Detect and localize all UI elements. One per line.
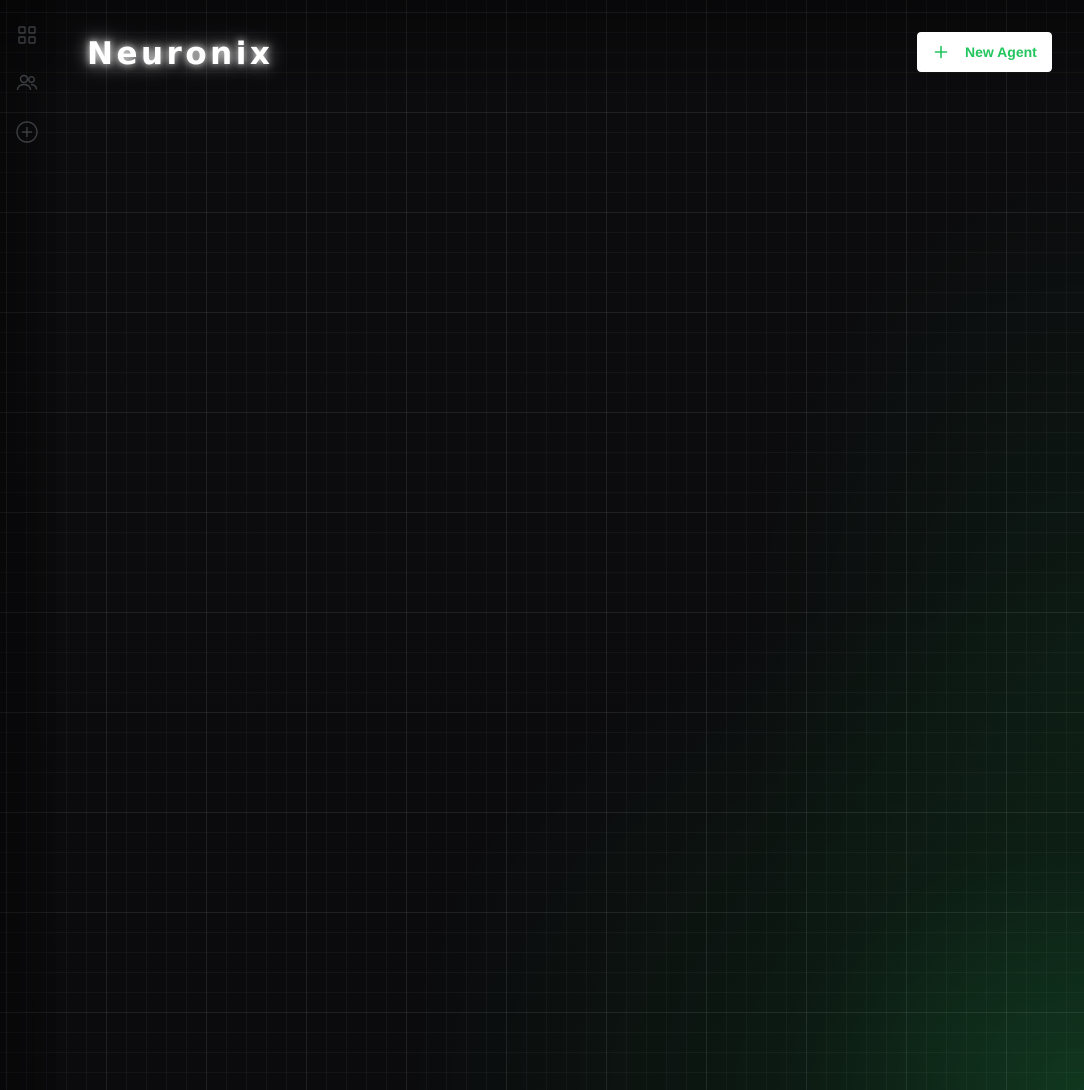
background-grid — [0, 0, 1084, 1090]
grid-icon[interactable] — [14, 22, 40, 48]
plus-icon — [933, 44, 949, 60]
brand-logo: Neuronix — [87, 36, 274, 72]
new-agent-label: New Agent — [965, 44, 1037, 60]
plus-circle-icon[interactable] — [14, 119, 40, 145]
users-icon[interactable] — [14, 70, 40, 96]
new-agent-button[interactable]: New Agent — [917, 32, 1052, 72]
sidebar — [0, 0, 56, 1090]
app-root: Neuronix New Agent — [0, 0, 1084, 1090]
